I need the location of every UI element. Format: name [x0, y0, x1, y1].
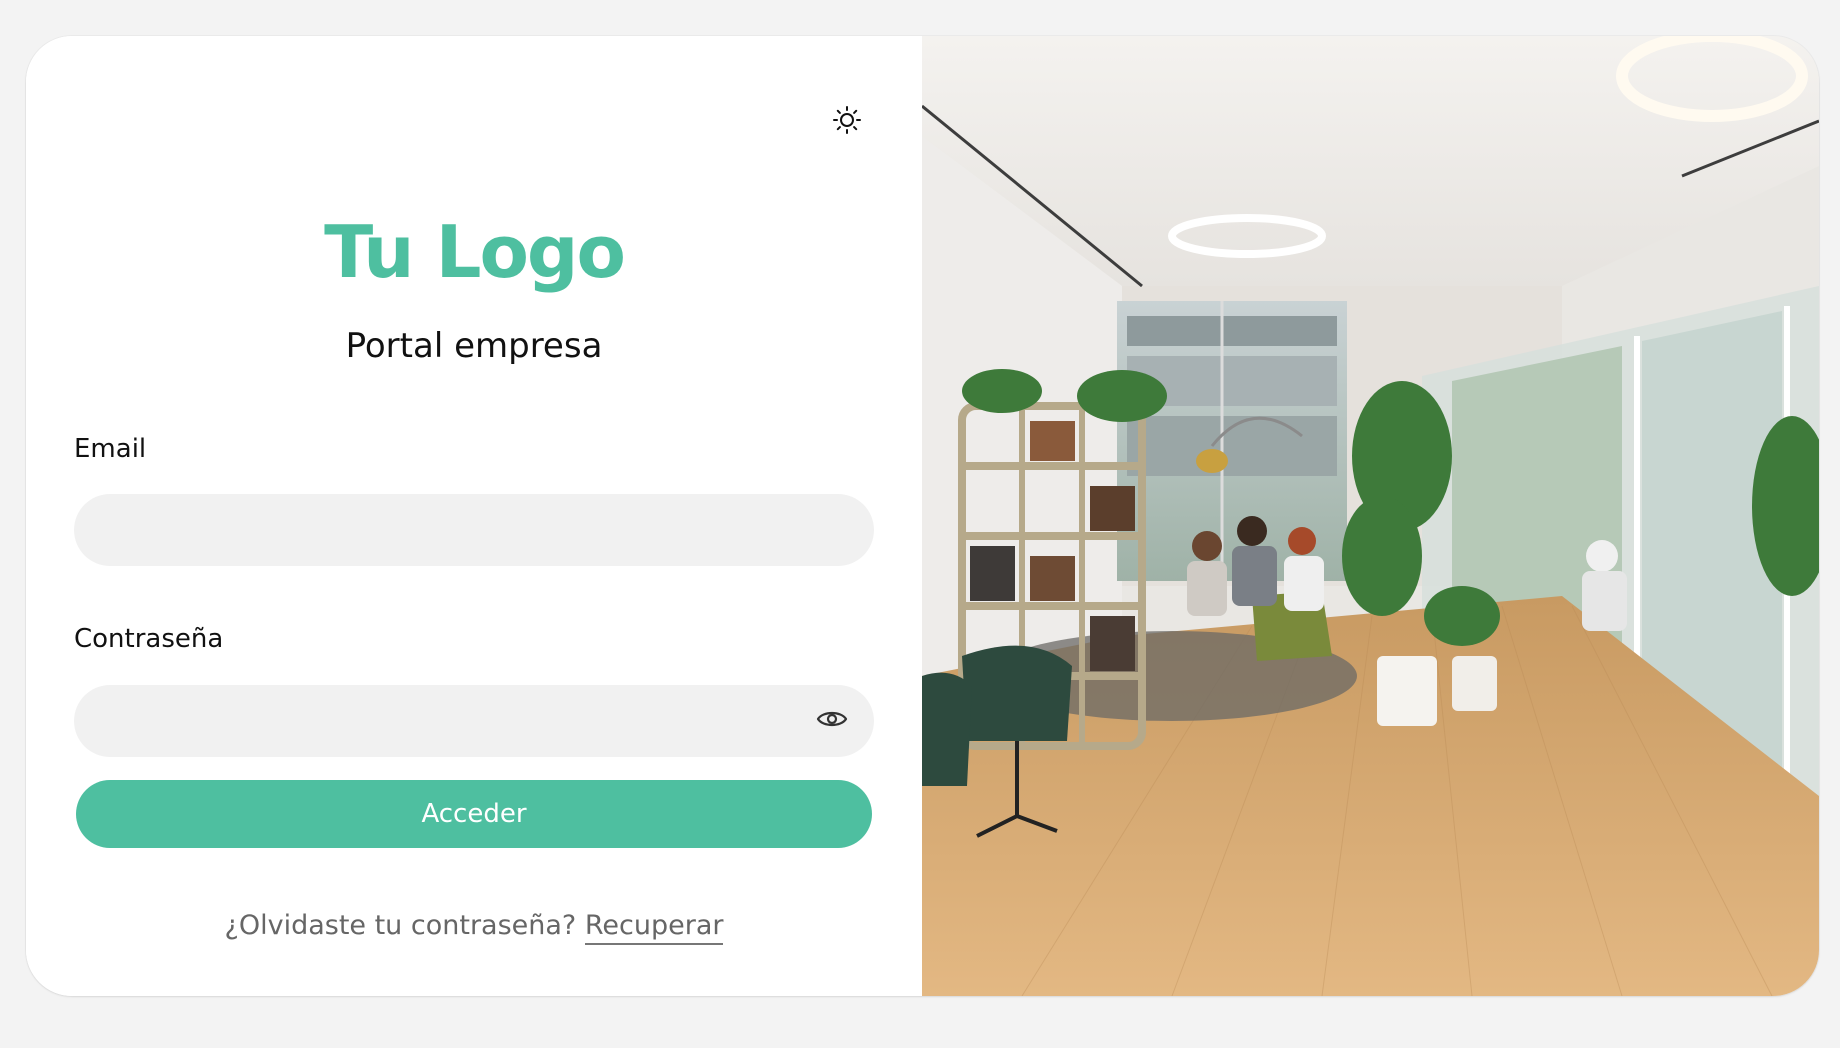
recover-password-link[interactable]: Recuperar: [584, 910, 724, 945]
password-field-wrapper: [74, 685, 874, 757]
show-password-button[interactable]: [814, 703, 850, 739]
password-field[interactable]: [74, 685, 874, 757]
theme-toggle-button[interactable]: [825, 100, 869, 144]
email-label: Email: [74, 434, 147, 464]
login-card: Tu Logo Portal empresa Email Contraseña …: [26, 36, 1819, 996]
forgot-password-prompt: ¿Olvidaste tu contraseña?: [224, 910, 577, 941]
forgot-password-row: ¿Olvidaste tu contraseña? Recuperar: [26, 908, 922, 945]
password-label: Contraseña: [74, 624, 224, 654]
brand-logo: Tu Logo: [324, 210, 626, 294]
office-photo: [922, 36, 1819, 996]
sun-icon: [832, 105, 862, 139]
office-photo-illustration: [922, 36, 1819, 996]
page-subtitle: Portal empresa: [345, 326, 603, 366]
login-panel: Tu Logo Portal empresa Email Contraseña …: [26, 36, 922, 996]
email-field-wrapper: [74, 494, 874, 566]
login-submit-button[interactable]: Acceder: [76, 780, 872, 848]
eye-icon: [816, 708, 848, 734]
email-field[interactable]: [74, 494, 874, 566]
